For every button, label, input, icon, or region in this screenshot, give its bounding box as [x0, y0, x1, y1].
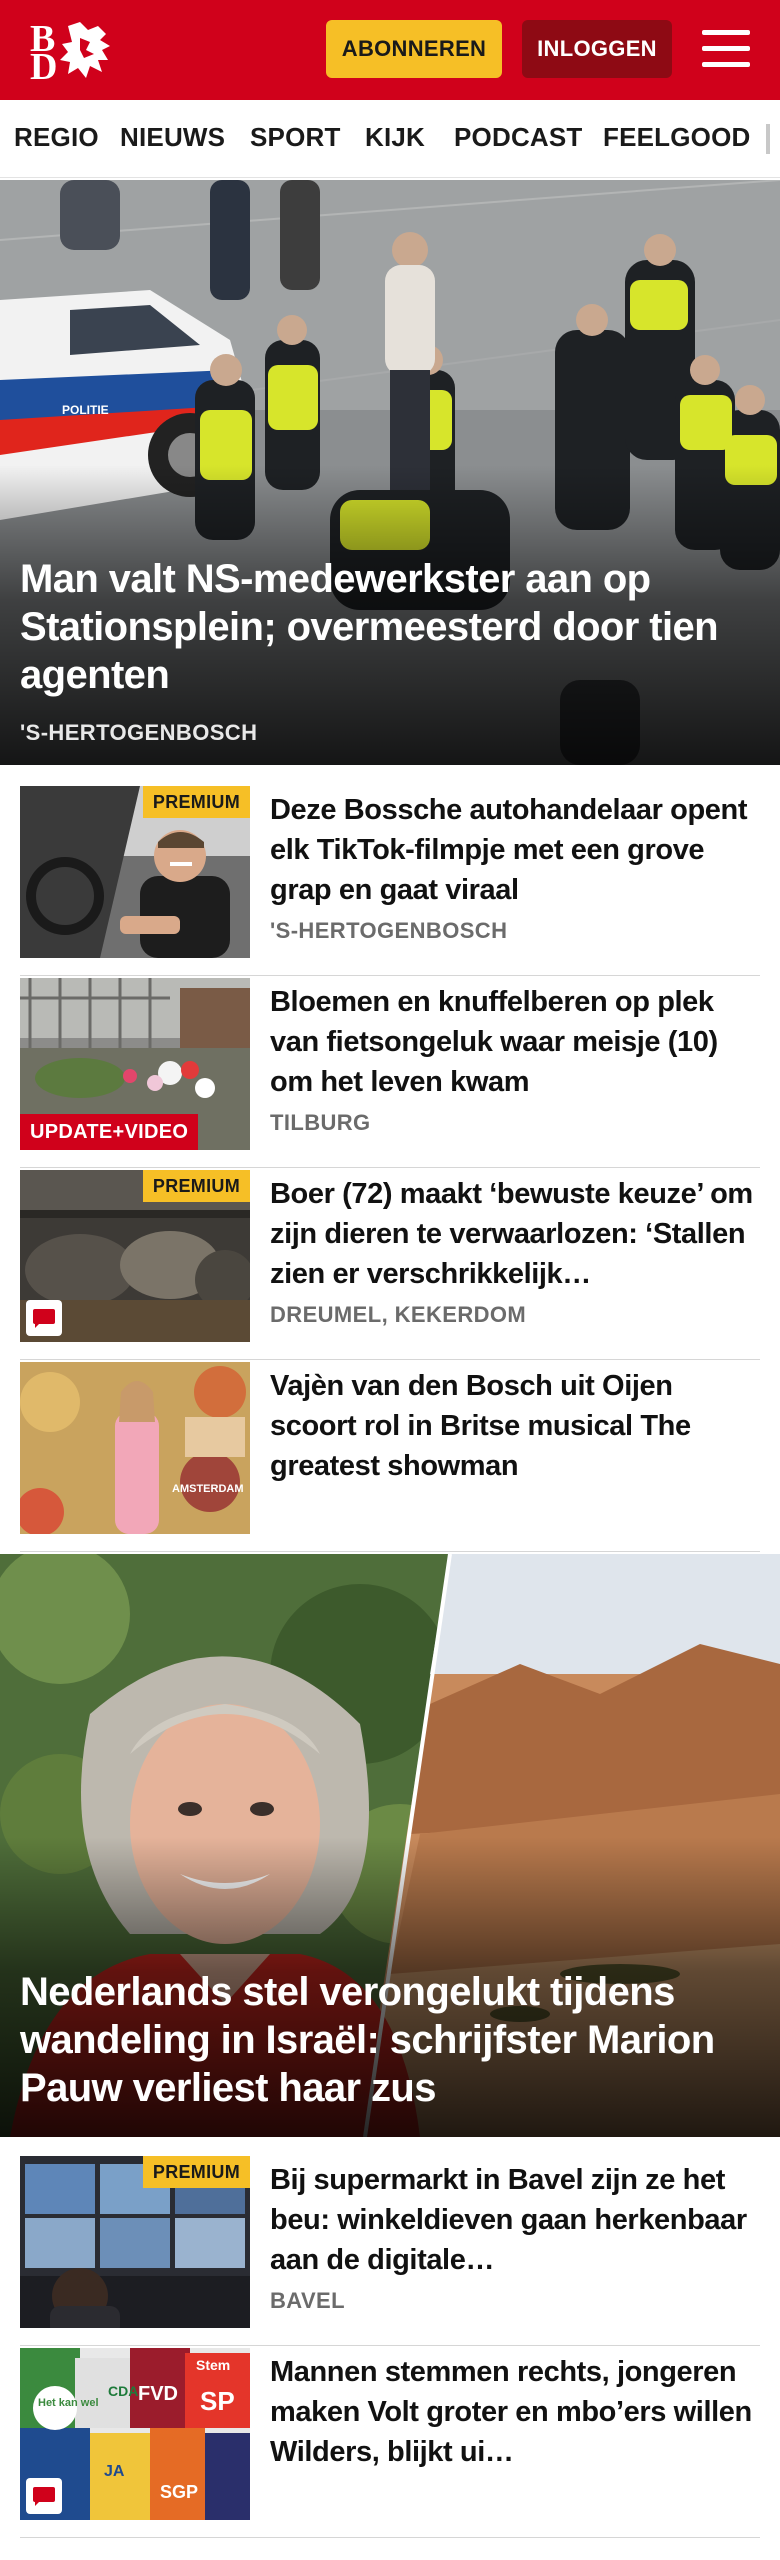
- poster-text-6: SGP: [160, 2482, 198, 2502]
- poster-text-3: FVD: [138, 2383, 178, 2405]
- hero-title[interactable]: Man valt NS-medewerkster aan op Stations…: [20, 555, 760, 699]
- poster-text-1: Het kan wel: [38, 2397, 99, 2409]
- hero-title[interactable]: Nederlands stel verongelukt tijdens wand…: [20, 1968, 760, 2112]
- nav-item-regio[interactable]: REGIO: [14, 122, 99, 153]
- list-item[interactable]: AMSTERDAM Vajèn van den Bosch uit Oijen …: [20, 1362, 760, 1552]
- top-header: B D ABONNEREN INLOGGEN: [0, 0, 780, 100]
- poster-text-5: JA: [104, 2463, 125, 2480]
- list-item[interactable]: UPDATE+VIDEO Bloemen en knuffelberen op …: [20, 978, 760, 1168]
- poster-text-2: CDA: [108, 2383, 138, 2399]
- hero-article-police[interactable]: POLITIE Man valt NS-medewerkster aan op …: [0, 180, 780, 765]
- list-item[interactable]: PREMIUM Deze Bossche autohandelaar opent…: [20, 786, 760, 976]
- poster-text-4: SP: [200, 2386, 235, 2416]
- nav-item-podcast[interactable]: PODCAST: [454, 122, 583, 153]
- nav-overflow-indicator: [766, 124, 770, 154]
- article-thumbnail: PREMIUM: [20, 786, 250, 958]
- article-thumbnail: UPDATE+VIDEO: [20, 978, 250, 1150]
- update-video-badge: UPDATE+VIDEO: [20, 1114, 199, 1150]
- hero-article-israel[interactable]: Nederlands stel verongelukt tijdens wand…: [0, 1554, 780, 2137]
- bd-logo[interactable]: B D: [26, 18, 114, 88]
- article-thumbnail: AMSTERDAM: [20, 1362, 250, 1534]
- article-thumbnail: PREMIUM: [20, 2156, 250, 2328]
- hero-location: 'S-HERTOGENBOSCH: [20, 720, 258, 745]
- article-thumbnail: PREMIUM: [20, 1170, 250, 1342]
- logo-letter-d: D: [30, 46, 58, 88]
- comment-icon: [26, 1300, 62, 1336]
- article-title[interactable]: Bloemen en knuffelberen op plek van fiet…: [270, 982, 760, 1102]
- car-text: POLITIE: [62, 403, 109, 417]
- article-title[interactable]: Boer (72) maakt ‘bewuste keuze’ om zijn …: [270, 1174, 760, 1294]
- poster-text-7: Stem: [196, 2357, 230, 2373]
- section-nav: REGIO NIEUWS SPORT KIJK PODCAST FEELGOOD: [0, 100, 780, 178]
- premium-badge: PREMIUM: [142, 1170, 250, 1202]
- article-title[interactable]: Vajèn van den Bosch uit Oijen scoort rol…: [270, 1366, 760, 1486]
- nav-item-kijk[interactable]: KIJK: [365, 122, 425, 153]
- article-thumbnail: Het kan wel CDA FVD SP JA SGP Stem: [20, 2348, 250, 2520]
- article-title[interactable]: Deze Bossche autohandelaar opent elk Tik…: [270, 790, 760, 910]
- list-item[interactable]: Het kan wel CDA FVD SP JA SGP Stem Manne…: [20, 2348, 760, 2538]
- subscribe-button[interactable]: ABONNEREN: [326, 20, 502, 78]
- premium-badge: PREMIUM: [142, 2156, 250, 2188]
- thumb-text: AMSTERDAM: [172, 1483, 244, 1495]
- article-location: 'S-HERTOGENBOSCH: [270, 918, 508, 943]
- premium-badge: PREMIUM: [142, 786, 250, 818]
- nav-item-nieuws[interactable]: NIEUWS: [120, 122, 225, 153]
- list-item[interactable]: PREMIUM Boer (72) maakt ‘bewuste keuze’ …: [20, 1170, 760, 1360]
- comment-icon: [26, 2478, 62, 2514]
- article-title[interactable]: Mannen stemmen rechts, jongeren maken Vo…: [270, 2352, 760, 2472]
- article-location: BAVEL: [270, 2288, 345, 2313]
- dragon-icon: [60, 22, 110, 78]
- login-button[interactable]: INLOGGEN: [522, 20, 672, 78]
- nav-item-sport[interactable]: SPORT: [250, 122, 341, 153]
- hamburger-menu-icon[interactable]: [700, 26, 752, 72]
- musical-premiere-photo: AMSTERDAM: [20, 1362, 250, 1534]
- article-location: DREUMEL, KEKERDOM: [270, 1302, 527, 1327]
- nav-item-feelgood[interactable]: FEELGOOD: [603, 122, 751, 153]
- list-item[interactable]: PREMIUM Bij supermarkt in Bavel zijn ze …: [20, 2156, 760, 2346]
- article-title[interactable]: Bij supermarkt in Bavel zijn ze het beu:…: [270, 2160, 760, 2280]
- article-location: TILBURG: [270, 1110, 371, 1135]
